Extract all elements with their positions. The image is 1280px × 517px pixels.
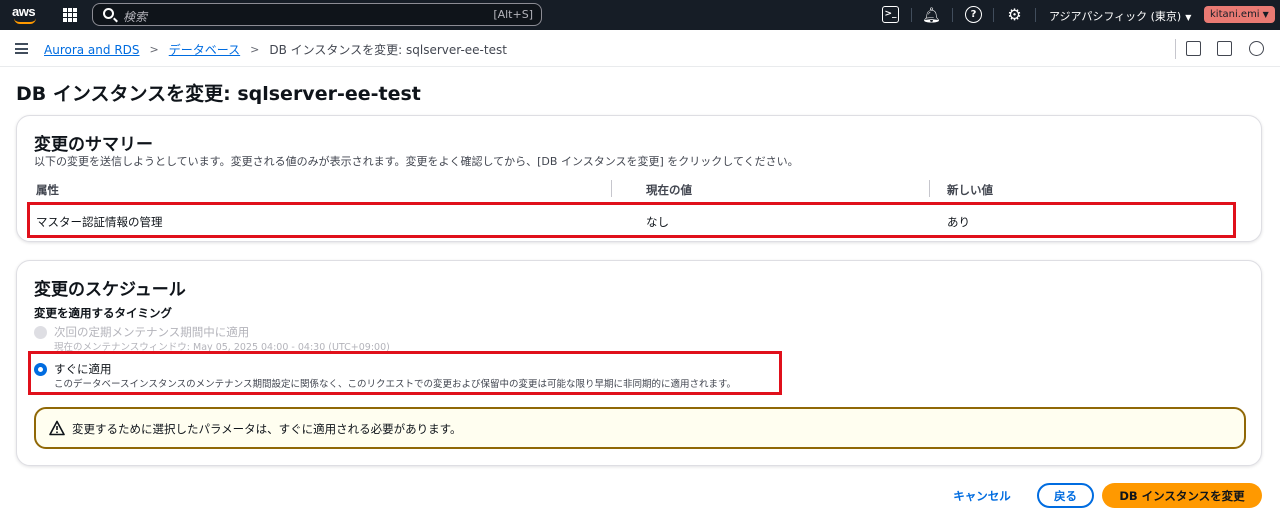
cancel-button[interactable]: キャンセル: [944, 483, 1020, 508]
table-row: マスター認証情報の管理 なし あり: [27, 202, 1236, 238]
chevron-right-icon: >: [149, 43, 159, 56]
settings-icon[interactable]: [1249, 41, 1264, 56]
breadcrumb-databases[interactable]: データベース: [169, 41, 240, 58]
caret-down-icon: ▼: [1262, 10, 1269, 19]
warning-message: 変更するために選択したパラメータは、すぐに適用される必要があります。: [72, 422, 462, 436]
bell-icon[interactable]: 🔔︎: [922, 6, 941, 24]
caret-down-icon: ▼: [1185, 13, 1192, 22]
back-button[interactable]: 戻る: [1037, 483, 1094, 508]
schedule-title: 変更のスケジュール: [34, 280, 186, 300]
summary-description: 以下の変更を送信しようとしています。変更される値のみが表示されます。変更をよく確…: [34, 155, 799, 168]
gear-icon[interactable]: ⚙: [1006, 5, 1023, 24]
option-description: このデータベースインスタンスのメンテナンス期間設定に関係なく、このリクエストでの…: [54, 379, 737, 390]
radio-next-maintenance: [34, 326, 47, 339]
aws-logo[interactable]: aws: [12, 5, 40, 25]
region-selector[interactable]: アジアパシフィック (東京) ▼: [1049, 8, 1191, 24]
region-label: アジアパシフィック (東京): [1049, 10, 1182, 23]
breadcrumb-aurora-rds[interactable]: Aurora and RDS: [44, 43, 140, 57]
breadcrumb-bar: Aurora and RDS > データベース > DB インスタンスを変更: …: [0, 30, 1280, 67]
option-label[interactable]: すぐに適用: [54, 361, 112, 377]
column-divider: [611, 180, 612, 197]
top-navigation: aws 検索 [Alt+S] >_ 🔔︎ ? ⚙ アジアパシフィック (東京) ▼…: [0, 0, 1280, 30]
help-icon[interactable]: ?: [965, 6, 982, 23]
schedule-panel: 変更のスケジュール 変更を適用するタイミング 次回の定期メンテナンス期間中に適用…: [16, 260, 1262, 466]
search-shortcut: [Alt+S]: [493, 8, 533, 21]
timing-label: 変更を適用するタイミング: [34, 306, 172, 320]
toolbar-divider: [1175, 39, 1176, 59]
cloudshell-icon[interactable]: >_: [882, 6, 899, 23]
column-new: 新しい値: [947, 183, 993, 197]
breadcrumb: Aurora and RDS > データベース > DB インスタンスを変更: …: [44, 41, 507, 58]
column-divider: [929, 180, 930, 197]
nav-divider: [911, 8, 912, 22]
breadcrumb-current: DB インスタンスを変更: sqlserver-ee-test: [269, 43, 507, 57]
column-current: 現在の値: [646, 183, 692, 197]
services-grid-icon[interactable]: [63, 8, 77, 22]
nav-divider: [1035, 8, 1036, 22]
console-icon[interactable]: [1186, 41, 1201, 56]
radio-apply-immediately[interactable]: [34, 363, 47, 376]
warning-icon: [49, 420, 65, 436]
account-menu[interactable]: kitani.emi ▼: [1204, 6, 1275, 23]
option-label: 次回の定期メンテナンス期間中に適用: [54, 325, 250, 339]
page-title: DB インスタンスを変更: sqlserver-ee-test: [16, 83, 421, 105]
aws-logo-text: aws: [12, 4, 36, 19]
chevron-right-icon: >: [250, 43, 260, 56]
column-attribute: 属性: [36, 183, 59, 197]
summary-table-header: 属性 現在の値 新しい値: [34, 180, 1246, 200]
nav-divider: [993, 8, 994, 22]
account-name: kitani.emi: [1210, 9, 1260, 20]
modify-db-instance-button[interactable]: DB インスタンスを変更: [1102, 483, 1262, 508]
search-icon: [103, 8, 114, 19]
search-input[interactable]: 検索 [Alt+S]: [92, 3, 542, 26]
row-attribute: マスター認証情報の管理: [36, 215, 163, 229]
nav-divider: [952, 8, 953, 22]
warning-alert: 変更するために選択したパラメータは、すぐに適用される必要があります。: [34, 407, 1246, 449]
summary-title: 変更のサマリー: [34, 135, 153, 155]
export-icon[interactable]: [1217, 41, 1232, 56]
summary-panel: 変更のサマリー 以下の変更を送信しようとしています。変更される値のみが表示されま…: [16, 115, 1262, 242]
row-new: あり: [947, 215, 970, 229]
menu-icon[interactable]: [15, 43, 28, 54]
row-current: なし: [646, 215, 669, 229]
search-placeholder: 検索: [123, 10, 148, 24]
aws-smile-icon: [14, 18, 36, 24]
